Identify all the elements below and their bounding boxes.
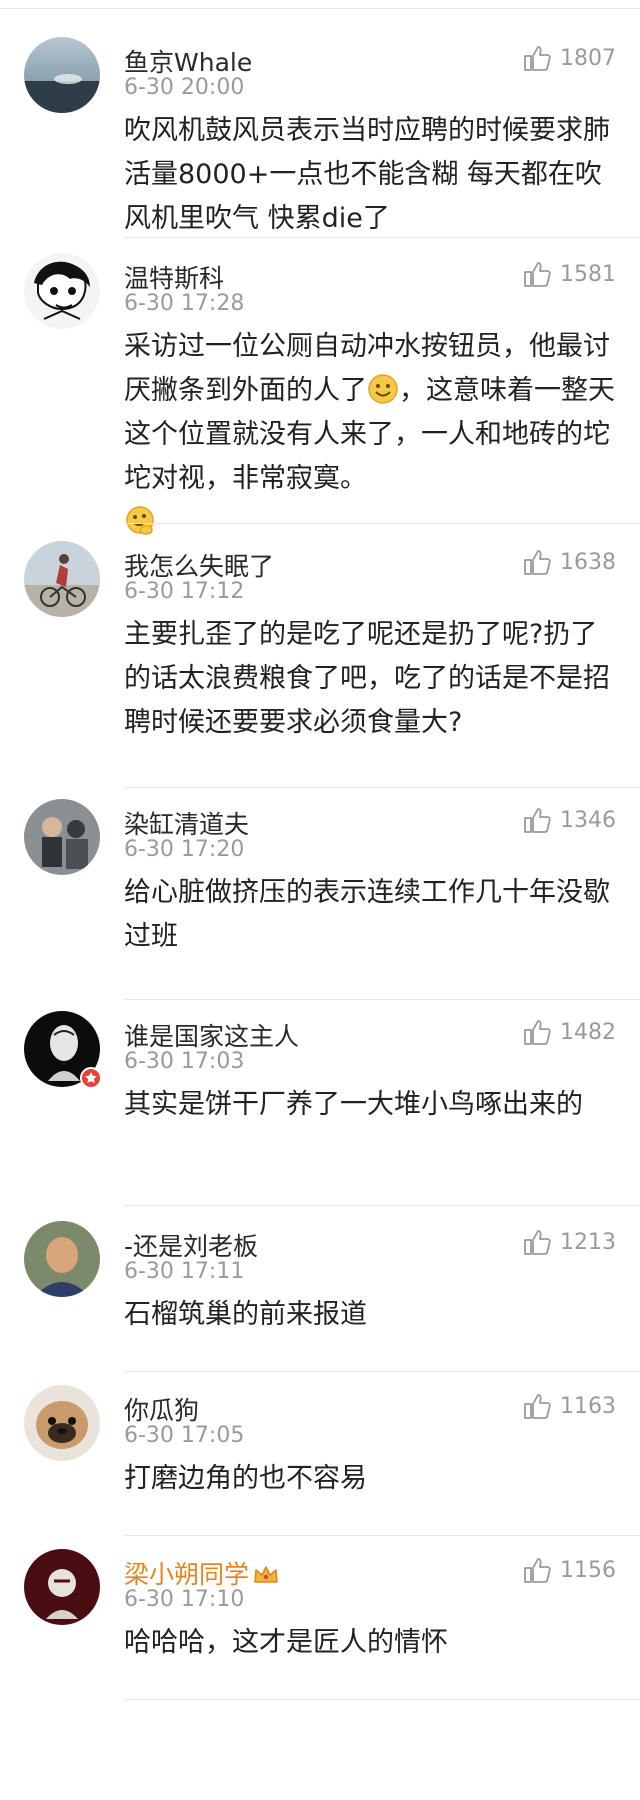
username[interactable]: 谁是国家这主人: [124, 1017, 299, 1053]
verified-badge-icon: [80, 1067, 102, 1089]
thumbs-up-icon: [522, 1017, 552, 1047]
thumbs-up-icon: [522, 259, 552, 289]
like-button[interactable]: 1163: [522, 1391, 616, 1421]
comment-text: 主要扎歪了的是吃了呢还是扔了呢?扔了的话太浪费粮食了吧，吃了的话是不是招聘时候还…: [124, 619, 610, 738]
like-button[interactable]: 1581: [522, 259, 616, 289]
comment-text: 给心脏做挤压的表示连续工作几十年没歇过班: [124, 877, 610, 952]
like-button[interactable]: 1482: [522, 1017, 616, 1047]
timestamp: 6-30 17:11: [124, 1259, 245, 1284]
like-button[interactable]: 1346: [522, 805, 616, 835]
username[interactable]: -还是刘老板: [124, 1227, 258, 1263]
timestamp: 6-30 17:28: [124, 291, 245, 316]
comment-text: 采访过一位公厕自动冲水按钮员，他最讨厌撇条到外面的人了 ，这意味着一整天这个位置就…: [124, 325, 620, 545]
avatar[interactable]: [24, 37, 100, 113]
timestamp: 6-30 20:00: [124, 75, 245, 100]
username[interactable]: 温特斯科: [124, 259, 224, 295]
like-count: 1346: [560, 807, 616, 833]
like-count: 1638: [560, 549, 616, 575]
divider: [124, 1535, 640, 1536]
comment-text: 哈哈哈，这才是匠人的情怀: [124, 1627, 448, 1658]
username[interactable]: 鱼京Whale: [124, 43, 252, 79]
username[interactable]: 我怎么失眠了: [124, 547, 274, 583]
comment-text: 其实是饼干厂养了一大堆小鸟啄出来的: [124, 1089, 583, 1120]
crown-icon: [254, 1566, 278, 1583]
comment-list: 鱼京Whale 6-30 20:00 1807 吹风机鼓风员表示当时应聘的时候要…: [0, 0, 640, 1700]
thinking-emoji-icon: [126, 506, 154, 535]
thumbs-up-icon: [522, 1391, 552, 1421]
divider: [124, 1699, 640, 1700]
username[interactable]: 你瓜狗: [124, 1391, 199, 1427]
like-button[interactable]: 1156: [522, 1555, 616, 1585]
smile-emoji-icon: [368, 374, 398, 404]
thumbs-up-icon: [522, 547, 552, 577]
divider: [124, 999, 640, 1000]
divider: [124, 237, 640, 238]
comment-text: 吹风机鼓风员表示当时应聘的时候要求肺活量8000+一点也不能含糊 每天都在吹风机…: [124, 115, 610, 234]
comment-text: 石榴筑巢的前来报道: [124, 1299, 367, 1330]
divider: [124, 1371, 640, 1372]
avatar[interactable]: [24, 1221, 100, 1297]
username[interactable]: 梁小朔同学: [124, 1555, 279, 1591]
timestamp: 6-30 17:10: [124, 1587, 245, 1612]
avatar[interactable]: [24, 1011, 102, 1089]
like-count: 1213: [560, 1229, 616, 1255]
divider: [124, 1205, 640, 1206]
like-count: 1807: [560, 45, 616, 71]
thumbs-up-icon: [522, 1555, 552, 1585]
like-count: 1581: [560, 261, 616, 287]
avatar[interactable]: [24, 253, 100, 329]
avatar[interactable]: [24, 541, 100, 617]
avatar[interactable]: [24, 1385, 100, 1461]
like-count: 1163: [560, 1393, 616, 1419]
divider: [124, 523, 640, 524]
timestamp: 6-30 17:12: [124, 579, 245, 604]
like-count: 1482: [560, 1019, 616, 1045]
comment-text: 打磨边角的也不容易: [124, 1463, 367, 1494]
avatar[interactable]: [24, 799, 100, 875]
thumbs-up-icon: [522, 1227, 552, 1257]
timestamp: 6-30 17:03: [124, 1049, 245, 1074]
timestamp: 6-30 17:20: [124, 837, 245, 862]
like-button[interactable]: 1213: [522, 1227, 616, 1257]
thumbs-up-icon: [522, 805, 552, 835]
username-text: 梁小朔同学: [124, 1560, 250, 1589]
top-divider: [0, 0, 640, 9]
like-button[interactable]: 1638: [522, 547, 616, 577]
avatar[interactable]: [24, 1549, 100, 1625]
timestamp: 6-30 17:05: [124, 1423, 245, 1448]
divider: [124, 787, 640, 788]
thumbs-up-icon: [522, 43, 552, 73]
like-count: 1156: [560, 1557, 616, 1583]
like-button[interactable]: 1807: [522, 43, 616, 73]
username[interactable]: 染缸清道夫: [124, 805, 249, 841]
